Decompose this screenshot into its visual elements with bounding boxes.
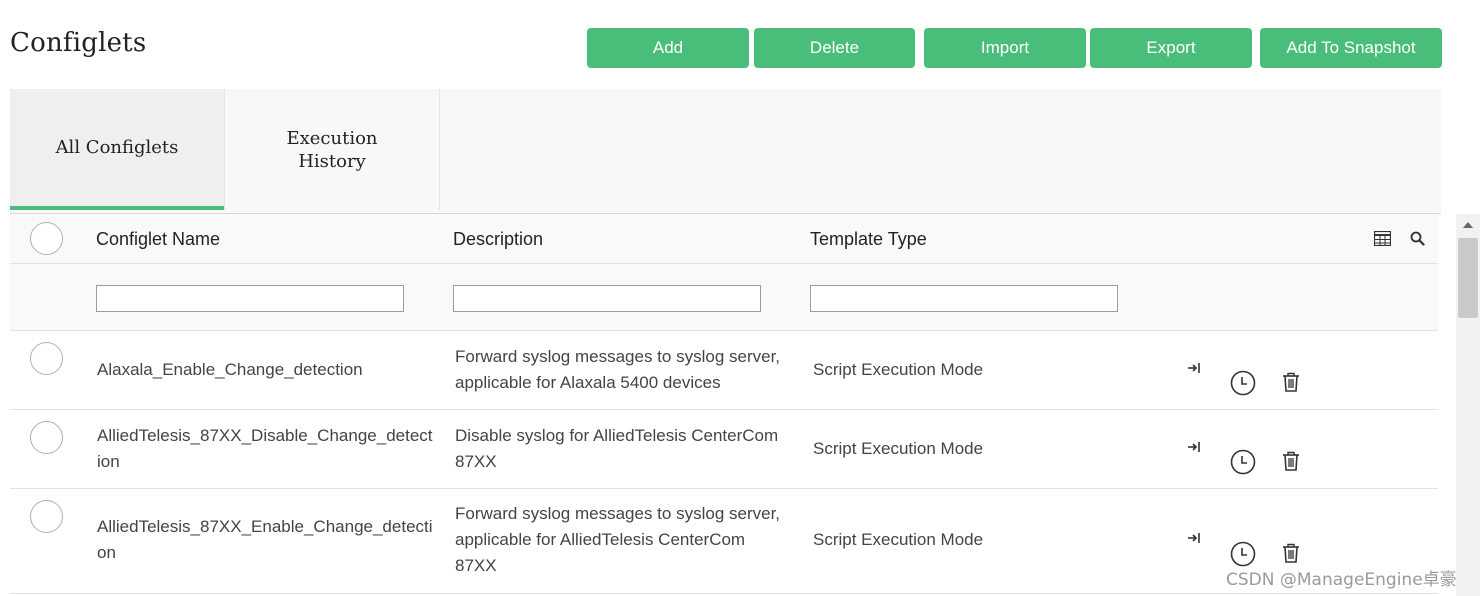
watermark: CSDN @ManageEngine卓豪 [1226,570,1457,590]
scroll-up-arrow-icon[interactable] [1456,214,1480,236]
scrollbar-thumb[interactable] [1458,238,1478,318]
template-type-cell: Script Execution Mode [813,530,984,549]
filter-row [10,264,1438,331]
row-select-radio[interactable] [30,421,63,454]
add-to-snapshot-button[interactable]: Add To Snapshot [1260,28,1442,68]
description-filter-input[interactable] [453,285,761,312]
tab-divider [439,89,440,210]
tab-label: Execution History [286,127,378,172]
schedule-clock-icon[interactable] [1230,370,1256,396]
tab-execution-history[interactable]: Execution History [225,89,439,210]
column-header-description[interactable]: Description [453,229,543,250]
description-cell: Forward syslog messages to syslog server… [455,504,781,575]
template-type-filter-input[interactable] [810,285,1118,312]
select-all-radio[interactable] [30,222,63,255]
configlet-name-filter-input[interactable] [96,285,404,312]
table-row[interactable]: Alaxala_Enable_Change_detection Forward … [10,331,1438,410]
delete-button[interactable]: Delete [754,28,915,68]
import-button[interactable]: Import [924,28,1086,68]
column-header-configlet-name[interactable]: Configlet Name [96,229,220,250]
row-select-radio[interactable] [30,500,63,533]
schedule-clock-icon[interactable] [1230,449,1256,475]
tab-bar: All Configlets Execution History [10,89,1441,214]
configlet-name-cell[interactable]: AlliedTelesis_87XX_Enable_Change_detecti… [97,514,433,566]
configlet-name-cell[interactable]: AlliedTelesis_87XX_Disable_Change_detect… [97,423,433,475]
table-settings-icon[interactable] [1372,229,1392,247]
table-header: Configlet Name Description Template Type [10,214,1438,264]
description-cell: Disable syslog for AlliedTelesis CenterC… [455,426,779,471]
execute-icon[interactable] [1185,359,1203,377]
search-icon[interactable] [1408,229,1426,247]
description-cell: Forward syslog messages to syslog server… [455,347,781,392]
delete-trash-icon[interactable] [1282,542,1300,564]
delete-trash-icon[interactable] [1282,450,1300,472]
tab-all-configlets[interactable]: All Configlets [10,89,224,210]
row-select-radio[interactable] [30,342,63,375]
vertical-scrollbar[interactable] [1456,214,1480,596]
export-button[interactable]: Export [1090,28,1252,68]
execute-icon[interactable] [1185,529,1203,547]
schedule-clock-icon[interactable] [1230,541,1256,567]
table-row[interactable]: AlliedTelesis_87XX_Disable_Change_detect… [10,410,1438,489]
delete-trash-icon[interactable] [1282,371,1300,393]
column-header-template-type[interactable]: Template Type [810,229,927,250]
table-row[interactable]: AlliedTelesis_87XX_Enable_Change_detecti… [10,489,1438,594]
execute-icon[interactable] [1185,438,1203,456]
template-type-cell: Script Execution Mode [813,360,984,379]
add-button[interactable]: Add [587,28,749,68]
configlet-name-cell[interactable]: Alaxala_Enable_Change_detection [97,357,437,383]
toolbar: Add Delete Import Export Add To Snapshot [0,28,1482,68]
template-type-cell: Script Execution Mode [813,439,984,458]
tab-label: All Configlets [55,137,179,158]
